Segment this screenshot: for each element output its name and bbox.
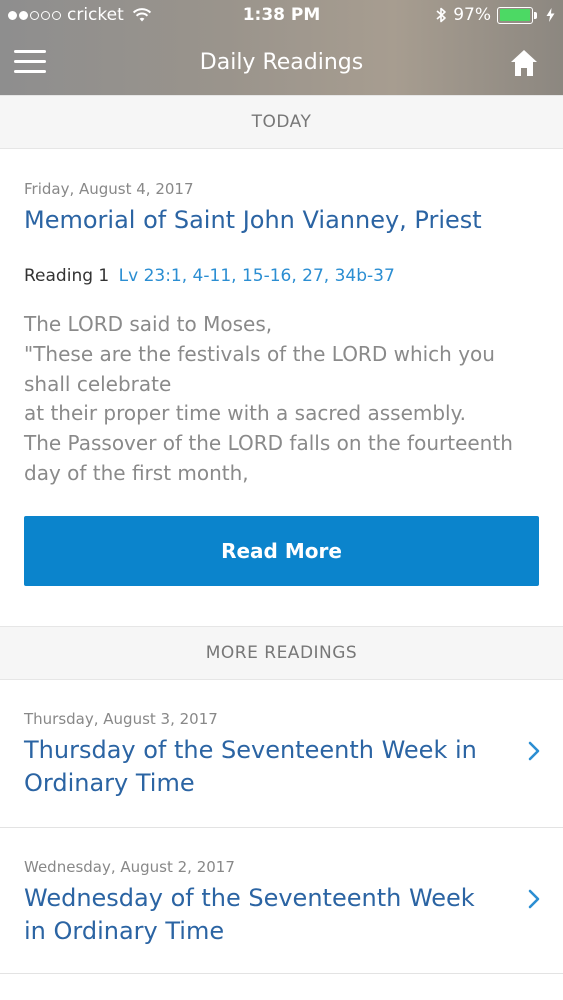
chevron-right-icon [528,741,540,761]
today-reading-card: Friday, August 4, 2017 Memorial of Saint… [0,150,563,626]
battery-fill [499,9,530,21]
status-right: 97% [435,5,555,25]
reading-list-item[interactable]: Wednesday, August 2, 2017 Wednesday of t… [0,828,563,974]
reading-label: Reading 1 [24,266,110,286]
today-section-header: TODAY [0,95,563,149]
reading-line: Reading 1 Lv 23:1, 4-11, 15-16, 27, 34b-… [24,266,395,286]
today-date: Friday, August 4, 2017 [24,180,194,198]
battery-body [497,6,533,24]
reading-list-item[interactable]: Thursday, August 3, 2017 Thursday of the… [0,680,563,828]
charging-bolt-icon [546,8,555,22]
more-readings-label: MORE READINGS [205,643,358,663]
status-bar: cricket 1:38 PM 97% [0,0,563,32]
battery-icon [497,6,537,24]
reading-date: Wednesday, August 2, 2017 [24,858,235,876]
read-more-label: Read More [221,539,342,563]
reading-excerpt: The LORD said to Moses, "These are the f… [24,312,513,485]
page-title: Daily Readings [199,50,364,75]
read-more-button[interactable]: Read More [24,516,539,586]
reading-date: Thursday, August 3, 2017 [24,710,218,728]
reading-title: Wednesday of the Seventeenth Week in Ord… [24,884,475,945]
bluetooth-icon [436,7,447,23]
home-icon[interactable] [509,48,539,78]
navigation-bar: Daily Readings [0,32,563,96]
chevron-right-icon [528,889,540,909]
battery-tip [534,11,537,19]
more-readings-section-header: MORE READINGS [0,626,563,680]
app-header: cricket 1:38 PM 97% Daily Readings [0,0,563,96]
battery-percent: 97% [453,5,491,25]
today-title-link[interactable]: Memorial of Saint John Vianney, Priest [24,204,482,237]
today-section-label: TODAY [251,112,312,132]
reading-reference-link[interactable]: Lv 23:1, 4-11, 15-16, 27, 34b-37 [119,266,395,286]
reading-title: Thursday of the Seventeenth Week in Ordi… [24,736,477,797]
